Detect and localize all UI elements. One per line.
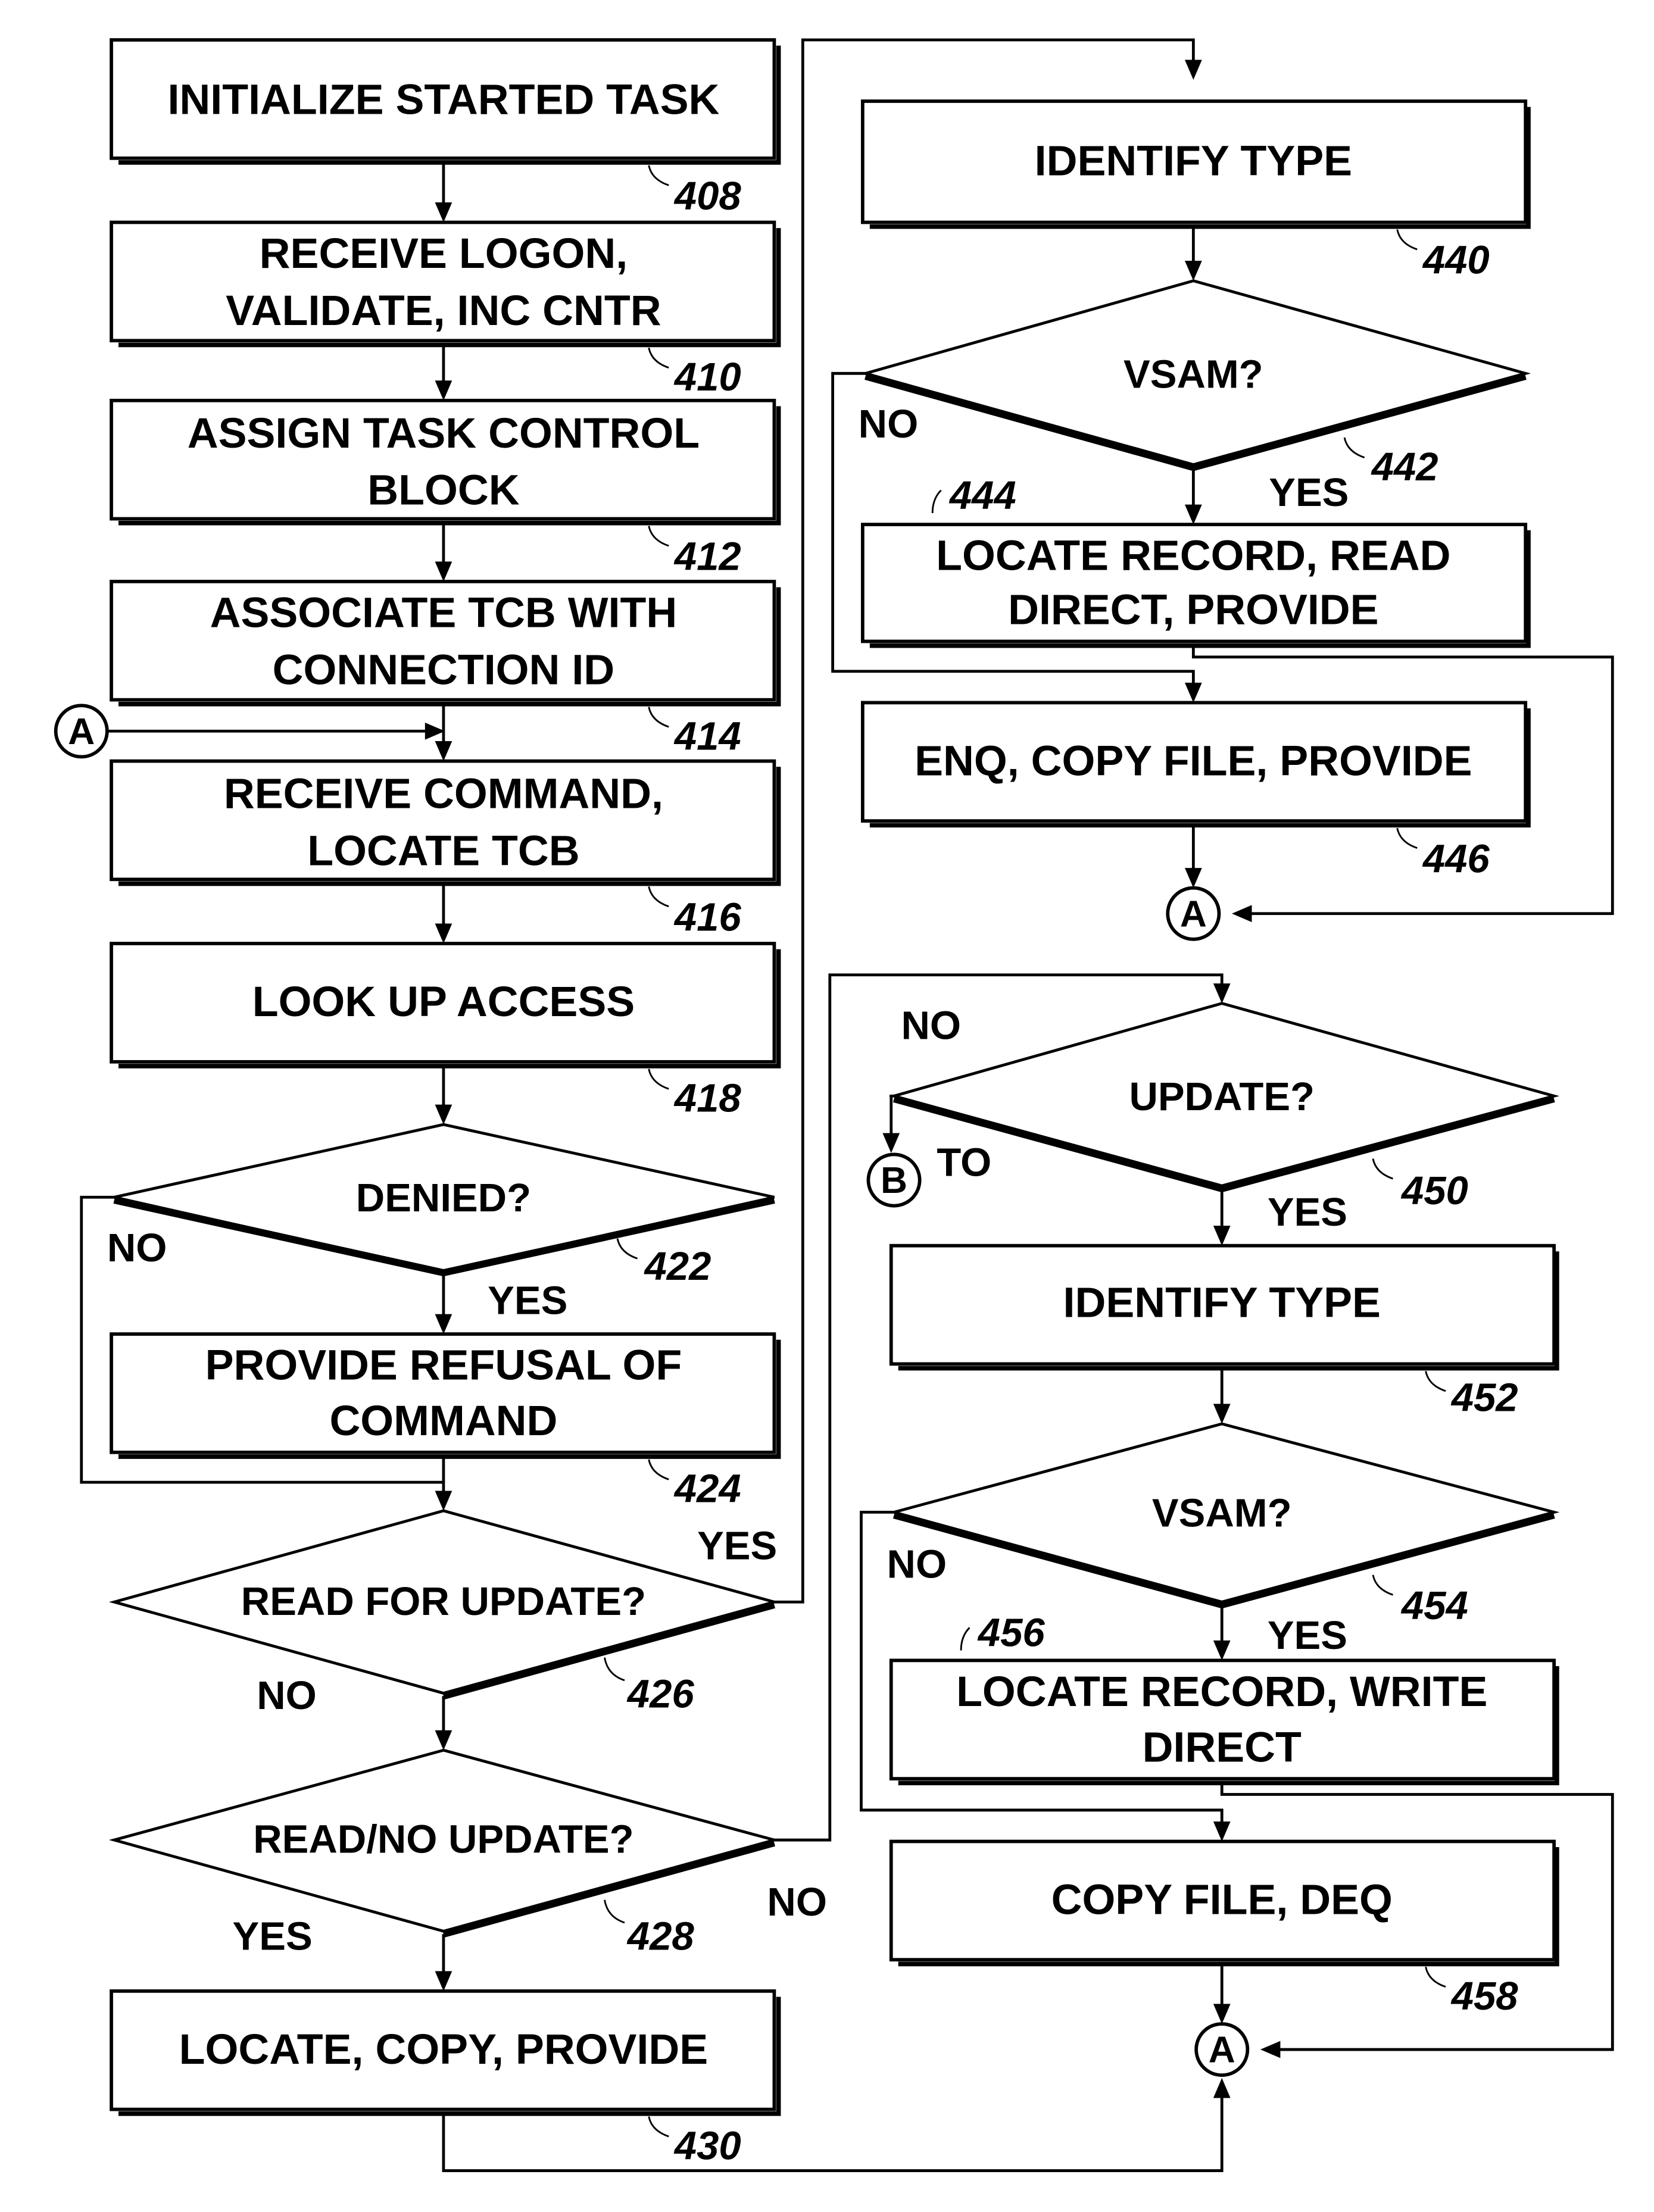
step-label: LOCATE RECORD, READ (936, 532, 1450, 580)
step-430-locate-copy-provide: LOCATE, COPY, PROVIDE (110, 1989, 781, 2116)
svg-text:A: A (68, 711, 95, 752)
step-410-receive-logon: RECEIVE LOGON, VALIDATE, INC CNTR (110, 220, 781, 348)
step-label: COMMAND (329, 1397, 557, 1445)
decision-454-yes-label: YES (1268, 1613, 1347, 1658)
step-label: LOCATE RECORD, WRITE (956, 1668, 1487, 1716)
connector-a-entry: A (54, 704, 109, 759)
ref-418: 418 (673, 1076, 742, 1121)
ref-440: 440 (1422, 238, 1490, 283)
decision-450-to-label: TO (937, 1140, 991, 1185)
step-label: DIRECT, PROVIDE (1008, 586, 1378, 634)
ref-442: 442 (1371, 445, 1438, 489)
step-424-provide-refusal: PROVIDE REFUSAL OF COMMAND (110, 1332, 781, 1459)
decision-422-yes-label: YES (488, 1279, 567, 1323)
decision-450-update: UPDATE? (888, 1002, 1560, 1193)
decision-label: VSAM? (1124, 352, 1263, 396)
step-label: LOCATE TCB (307, 827, 579, 874)
ref-458: 458 (1450, 1974, 1519, 2019)
decision-422-no-label: NO (107, 1226, 167, 1270)
ref-410: 410 (673, 355, 741, 399)
ref-450: 450 (1400, 1169, 1468, 1213)
ref-412: 412 (673, 535, 741, 579)
step-446-enq-copy-file: ENQ, COPY FILE, PROVIDE (860, 701, 1531, 828)
step-label: IDENTIFY TYPE (1063, 1279, 1381, 1326)
decision-454-vsam: VSAM? (888, 1422, 1560, 1609)
step-452-identify-type: IDENTIFY TYPE (889, 1244, 1559, 1371)
step-label: ASSIGN TASK CONTROL (188, 410, 700, 457)
svg-text:B: B (881, 1160, 907, 1201)
decision-label: READ/NO UPDATE? (253, 1817, 633, 1862)
step-label: IDENTIFY TYPE (1035, 138, 1352, 185)
decision-450-yes-label: YES (1268, 1190, 1347, 1235)
flowchart: INITIALIZE STARTED TASK RECEIVE LOGON, V… (54, 38, 1614, 2172)
ref-430: 430 (673, 2123, 741, 2168)
step-456-locate-record-write: LOCATE RECORD, WRITE DIRECT (889, 1658, 1559, 1786)
step-label: BLOCK (367, 467, 519, 514)
step-label: PROVIDE REFUSAL OF (205, 1342, 682, 1389)
step-label: RECEIVE LOGON, (260, 230, 628, 277)
decision-454-no-label: NO (887, 1542, 947, 1587)
ref-444: 444 (948, 473, 1016, 518)
step-label: INITIALIZE STARTED TASK (167, 76, 719, 124)
step-label: DIRECT (1143, 1723, 1302, 1771)
step-label: ENQ, COPY FILE, PROVIDE (915, 738, 1472, 785)
step-412-assign-tcb: ASSIGN TASK CONTROL BLOCK (110, 398, 781, 526)
connector-a-exit-bottom: A (1194, 2022, 1250, 2077)
ref-456: 456 (977, 1610, 1046, 1655)
decision-428-no-label: NO (767, 1880, 827, 1924)
decision-426-read-for-update: READ FOR UPDATE? (108, 1509, 780, 1700)
step-label: RECEIVE COMMAND, (224, 770, 663, 818)
step-label: LOOK UP ACCESS (252, 978, 635, 1026)
step-label: LOCATE, COPY, PROVIDE (179, 2026, 708, 2073)
decision-450-no-label: NO (901, 1003, 962, 1048)
connector-b: B (866, 1094, 922, 1208)
ref-422: 422 (644, 1244, 711, 1289)
step-458-copy-file-deq: COPY FILE, DEQ (889, 1839, 1559, 1967)
decision-426-yes-label: YES (697, 1523, 777, 1568)
ref-416: 416 (673, 895, 742, 939)
decision-label: VSAM? (1152, 1491, 1292, 1535)
decision-428-read-no-update: READ/NO UPDATE? (108, 1748, 780, 1938)
step-418-look-up-access: LOOK UP ACCESS (110, 942, 781, 1068)
ref-454: 454 (1400, 1583, 1468, 1628)
decision-428-yes-label: YES (233, 1914, 313, 1958)
ref-428: 428 (626, 1914, 695, 1958)
ref-446: 446 (1422, 836, 1490, 881)
step-414-associate-tcb: ASSOCIATE TCB WITH CONNECTION ID (110, 580, 781, 707)
decision-label: READ FOR UPDATE? (241, 1579, 646, 1624)
decision-442-vsam: VSAM? (860, 279, 1531, 471)
decision-label: DENIED? (356, 1176, 531, 1220)
ref-408: 408 (673, 174, 742, 218)
decision-442-yes-label: YES (1269, 470, 1349, 515)
svg-text:A: A (1209, 2030, 1235, 2071)
ref-426: 426 (626, 1672, 695, 1716)
step-408-initialize-started-task: INITIALIZE STARTED TASK (110, 38, 781, 165)
step-440-identify-type: IDENTIFY TYPE (860, 99, 1531, 229)
connector-a-exit-top: A (1166, 886, 1221, 941)
ref-452: 452 (1450, 1375, 1518, 1420)
decision-442-no-label: NO (859, 402, 919, 446)
step-label: VALIDATE, INC CNTR (226, 287, 661, 335)
step-416-receive-command: RECEIVE COMMAND, LOCATE TCB (110, 759, 781, 886)
step-label: ASSOCIATE TCB WITH (210, 589, 678, 637)
ref-414: 414 (673, 714, 741, 758)
svg-text:A: A (1180, 893, 1207, 935)
step-label: CONNECTION ID (273, 646, 615, 693)
ref-424: 424 (673, 1467, 741, 1511)
step-444-locate-record-read: LOCATE RECORD, READ DIRECT, PROVIDE (860, 523, 1531, 648)
decision-426-no-label: NO (257, 1673, 317, 1718)
decision-label: UPDATE? (1129, 1074, 1315, 1119)
step-label: COPY FILE, DEQ (1051, 1876, 1393, 1924)
